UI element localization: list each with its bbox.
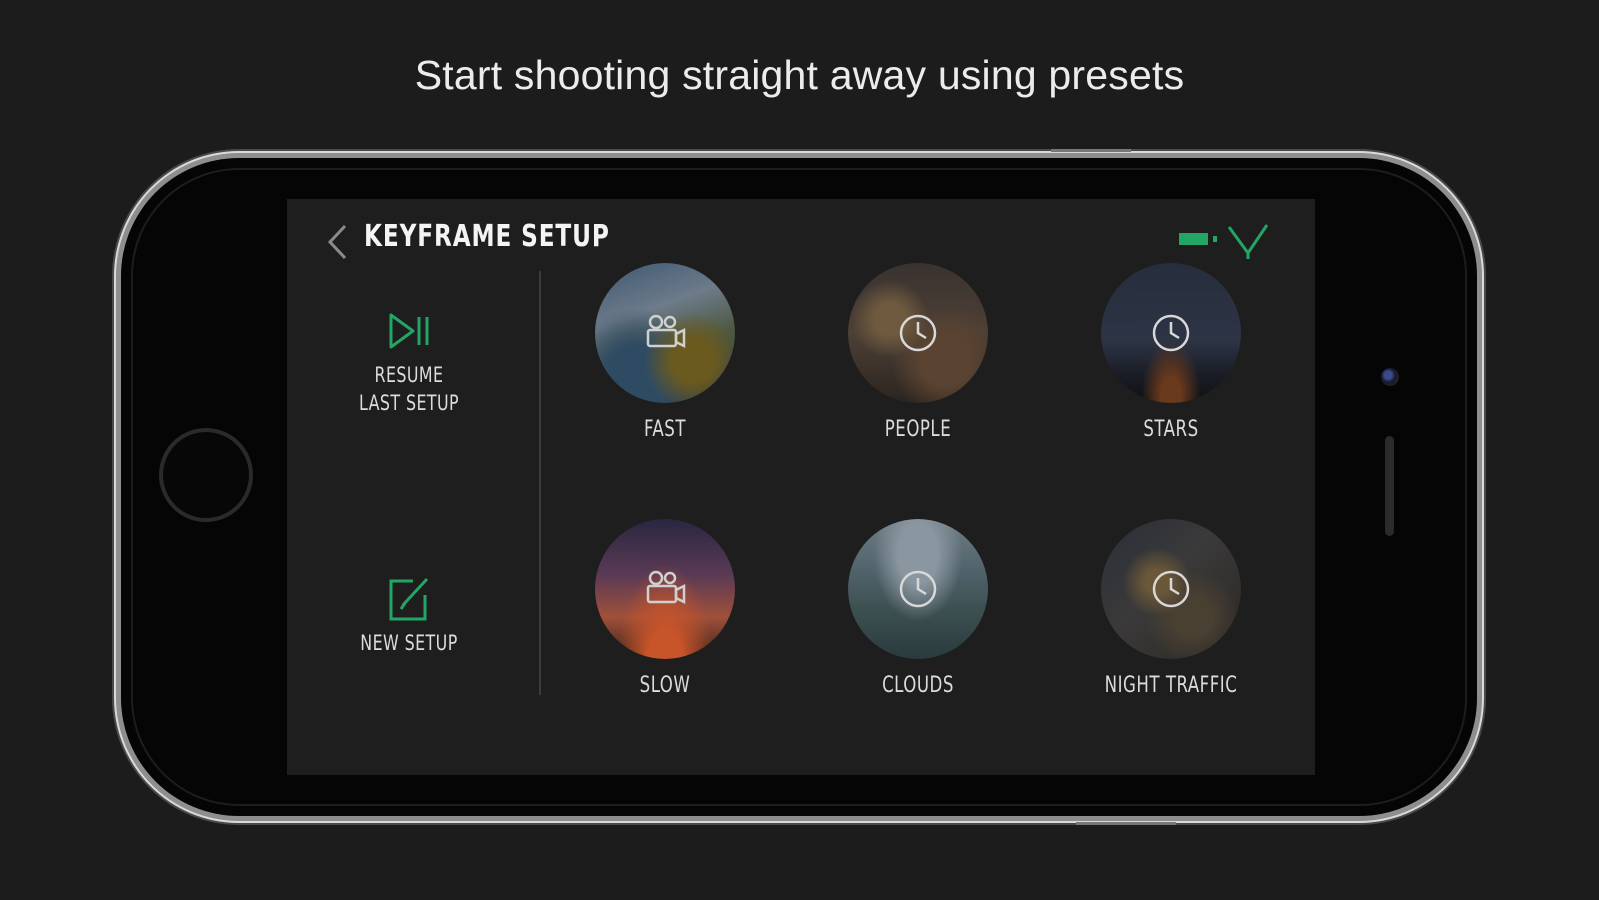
preset-label: CLOUDS [882,673,954,698]
preset-night-traffic-thumbnail [1101,519,1241,659]
home-button[interactable] [159,428,253,522]
preset-clouds-thumbnail [848,519,988,659]
preset-slow-thumbnail [595,519,735,659]
preset-label: PEOPLE [884,417,952,442]
earpiece-speaker [1385,436,1394,536]
resume-label-line2: LAST SETUP [358,391,460,415]
edit-icon [389,577,429,621]
clock-icon [1152,570,1190,608]
preset-label: NIGHT TRAFFIC [1104,673,1238,698]
preset-people[interactable]: PEOPLE [808,263,1028,442]
phone-antenna-line-bottom [1076,822,1176,825]
new-setup-button[interactable]: NEW SETUP [309,573,509,657]
brand-logo-icon [1227,224,1269,259]
preset-label: SLOW [639,673,691,698]
preset-stars-thumbnail [1101,263,1241,403]
clock-icon [1152,314,1190,352]
sidebar-divider [539,271,541,695]
resume-last-setup-button[interactable]: RESUME LAST SETUP [309,305,509,417]
page-title: KEYFRAME SETUP [364,219,610,254]
preset-people-thumbnail [848,263,988,403]
preset-fast-thumbnail [595,263,735,403]
battery-tip [1213,236,1217,242]
preset-label: STARS [1143,417,1199,442]
back-chevron-icon[interactable] [325,223,351,261]
battery-level-fill [1179,233,1208,245]
preset-clouds[interactable]: CLOUDS [808,519,1028,698]
phone-frame: KEYFRAME SETUP RESUME LAST SETUP NEW SET… [121,149,1477,825]
promo-headline: Start shooting straight away using prese… [414,52,1185,98]
new-setup-label: NEW SETUP [360,631,458,655]
preset-label: FAST [644,417,686,442]
camera-people-icon [646,314,686,349]
app-screen: KEYFRAME SETUP RESUME LAST SETUP NEW SET… [287,199,1315,775]
battery-indicator [1179,233,1217,245]
clock-icon [899,314,937,352]
clock-icon [899,570,937,608]
preset-fast[interactable]: FAST [555,263,775,442]
preset-stars[interactable]: STARS [1061,263,1281,442]
phone-antenna-line [1051,149,1131,152]
preset-slow[interactable]: SLOW [555,519,775,698]
front-camera [1381,368,1399,386]
resume-label-line1: RESUME [374,363,444,387]
camera-people-icon [646,570,686,605]
preset-night-traffic[interactable]: NIGHT TRAFFIC [1061,519,1281,698]
play-pause-icon [389,313,429,349]
